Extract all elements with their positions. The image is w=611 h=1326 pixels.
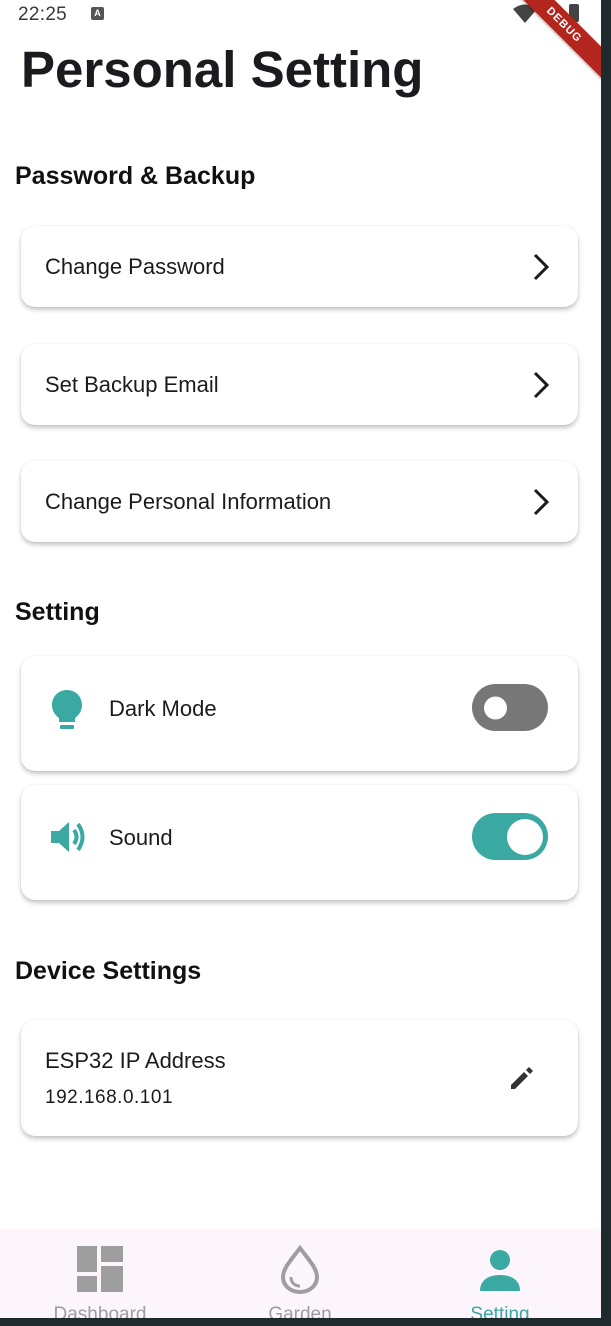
toggle-knob (484, 696, 507, 719)
nav-item-garden[interactable]: Garden (200, 1229, 400, 1318)
change-password-button[interactable]: Change Password (21, 226, 578, 307)
sound-toggle[interactable] (472, 813, 548, 860)
bottom-navigation: Dashboard Garden Setting (0, 1229, 601, 1318)
esp32-ip-value: 192.168.0.101 (45, 1087, 174, 1108)
chevron-right-icon (533, 253, 550, 281)
page-title: Personal Setting (21, 41, 424, 98)
nav-item-setting[interactable]: Setting (400, 1229, 600, 1318)
speaker-icon (51, 822, 85, 852)
dark-mode-toggle[interactable] (472, 684, 548, 731)
status-bar: 22:25 A (0, 0, 601, 30)
set-backup-email-button[interactable]: Set Backup Email (21, 344, 578, 425)
dashboard-icon (77, 1246, 123, 1292)
window-bottom-edge (0, 1318, 611, 1326)
change-personal-information-label: Change Personal Information (45, 489, 332, 514)
set-backup-email-label: Set Backup Email (45, 372, 219, 397)
sound-row: Sound (21, 785, 578, 900)
person-icon (480, 1250, 520, 1291)
dark-mode-label: Dark Mode (109, 696, 217, 721)
notification-icon: A (91, 7, 104, 20)
app-screen: 22:25 A DEBUG Personal Setting Password … (0, 0, 601, 1318)
chevron-right-icon (533, 488, 550, 516)
nav-item-dashboard[interactable]: Dashboard (0, 1229, 200, 1318)
nav-label-dashboard: Dashboard (53, 1304, 147, 1318)
dark-mode-row: Dark Mode (21, 656, 578, 771)
nav-label-garden: Garden (268, 1304, 332, 1318)
section-heading-setting: Setting (15, 598, 100, 626)
section-heading-password-backup: Password & Backup (15, 162, 256, 190)
section-heading-device-settings: Device Settings (15, 957, 202, 985)
change-password-label: Change Password (45, 254, 225, 279)
esp32-ip-card: ESP32 IP Address 192.168.0.101 (21, 1020, 578, 1136)
esp32-ip-label: ESP32 IP Address (45, 1048, 226, 1073)
nav-label-setting: Setting (470, 1304, 530, 1318)
sound-label: Sound (109, 825, 173, 850)
status-time: 22:25 (18, 4, 68, 25)
toggle-knob (507, 818, 543, 855)
water-drop-icon (280, 1245, 320, 1295)
lightbulb-icon (52, 690, 82, 729)
window-edge (601, 0, 611, 1326)
chevron-right-icon (533, 371, 550, 399)
change-personal-information-button[interactable]: Change Personal Information (21, 461, 578, 542)
pencil-icon[interactable] (508, 1064, 536, 1092)
